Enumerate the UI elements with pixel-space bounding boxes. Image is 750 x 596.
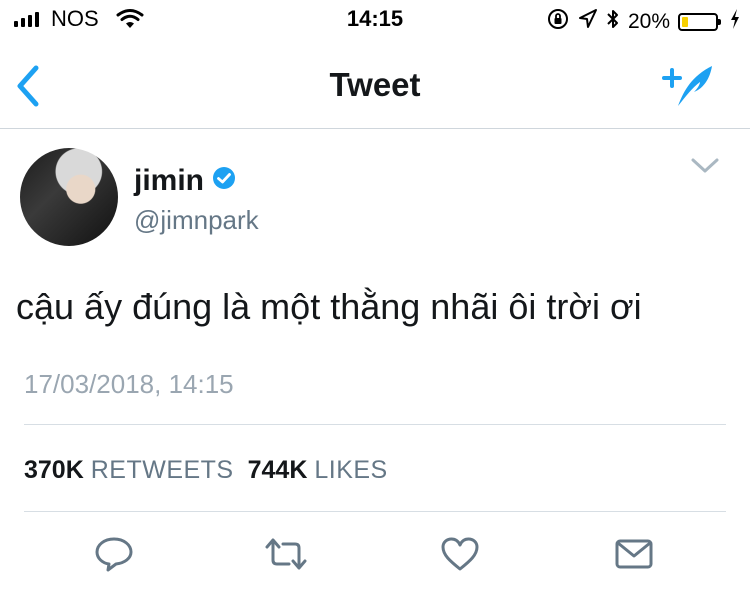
retweets-label: RETWEETS <box>90 456 234 484</box>
battery-icon <box>678 12 721 31</box>
page-title: Tweet <box>329 66 421 103</box>
user-handle[interactable]: @jimnpark <box>134 205 259 236</box>
tweet-stats: 370K RETWEETS 744K LIKES <box>24 456 388 485</box>
battery-level-fill <box>682 16 688 27</box>
user-display-name-row[interactable]: jimin <box>134 164 236 198</box>
battery-percent: 20% <box>627 9 670 33</box>
charging-icon <box>730 9 740 34</box>
tweet-text: cậu ấy đúng là một thằng nhãi ôi trời ơi <box>16 286 642 327</box>
reply-button[interactable] <box>92 536 136 576</box>
tweet-timestamp: 17/03/2018, 14:15 <box>24 369 234 399</box>
navigation-bar: Tweet <box>0 44 750 129</box>
verified-badge-icon <box>212 164 236 198</box>
reply-icon <box>94 535 134 578</box>
status-right-group: 20% <box>546 7 740 36</box>
status-bar: NOS 14:15 20% <box>0 0 750 40</box>
direct-message-icon <box>614 537 654 576</box>
compose-tweet-icon[interactable] <box>658 62 716 115</box>
likes-count: 744K <box>247 456 308 484</box>
chevron-down-icon[interactable] <box>690 156 720 181</box>
location-icon <box>578 8 598 35</box>
rotation-lock-icon <box>546 7 570 36</box>
retweets-stat[interactable]: 370K RETWEETS <box>24 456 234 485</box>
divider <box>24 424 726 425</box>
avatar[interactable] <box>20 148 118 246</box>
direct-message-button[interactable] <box>612 536 656 576</box>
bluetooth-icon <box>606 7 620 36</box>
likes-stat[interactable]: 744K LIKES <box>248 456 388 485</box>
retweet-button[interactable] <box>264 536 308 576</box>
like-button[interactable] <box>438 536 482 576</box>
divider <box>24 511 726 512</box>
likes-label: LIKES <box>314 456 388 484</box>
user-display-name[interactable]: jimin <box>134 164 204 198</box>
retweets-count: 370K <box>24 456 84 484</box>
retweet-icon <box>263 536 309 577</box>
like-icon <box>440 536 480 577</box>
